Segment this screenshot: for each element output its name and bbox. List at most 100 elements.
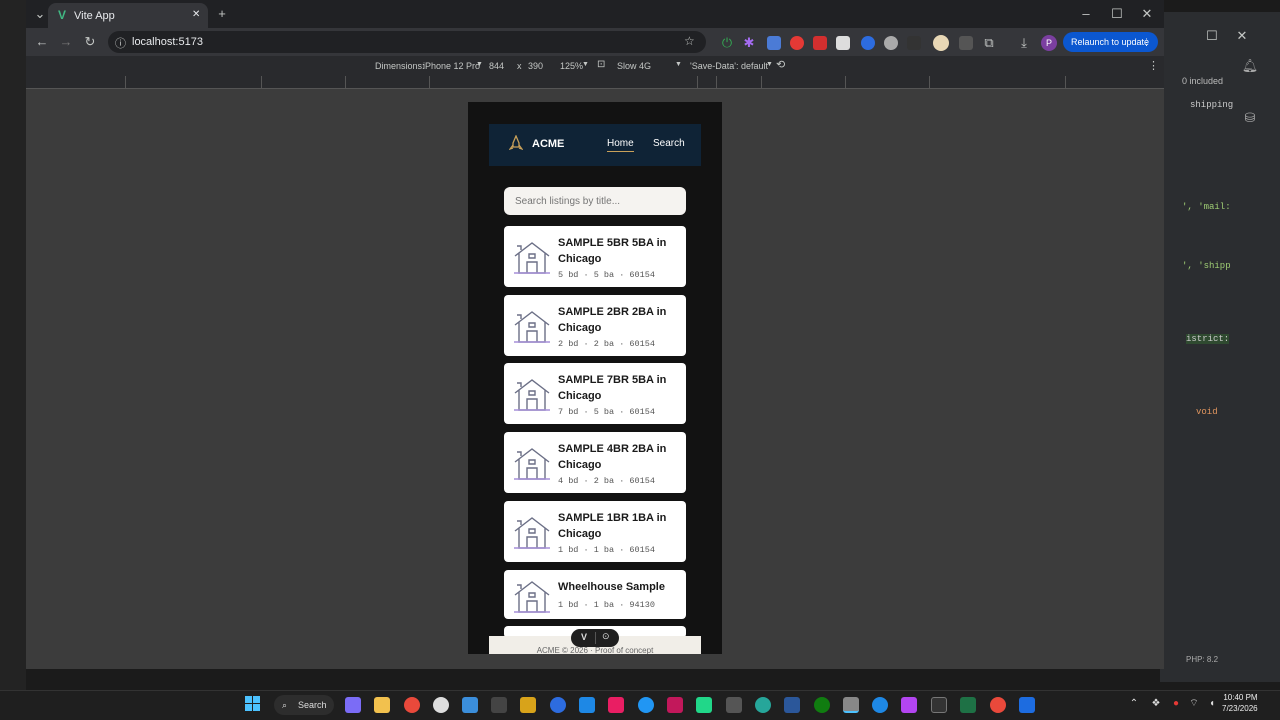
inspect-target-icon[interactable]: ⊙ bbox=[602, 631, 610, 642]
start-windows-icon[interactable] bbox=[245, 696, 261, 712]
close-window-icon[interactable]: ✕ bbox=[1137, 4, 1157, 24]
reload-icon[interactable]: ↻ bbox=[80, 32, 100, 52]
start-tile bbox=[245, 704, 252, 711]
tray-chevron-icon[interactable]: ⌃ bbox=[1124, 694, 1144, 714]
tab-vite-app[interactable]: V Vite App ✕ bbox=[48, 3, 208, 28]
rotate-icon[interactable]: ⟲ bbox=[776, 58, 785, 71]
grid-app-icon[interactable] bbox=[491, 697, 507, 713]
ide-restore-icon[interactable]: ☐ bbox=[1202, 26, 1222, 46]
background-window-left bbox=[0, 0, 26, 690]
slack-icon[interactable] bbox=[520, 697, 536, 713]
tab-search-icon[interactable]: ⌄ bbox=[30, 4, 50, 24]
terminal-icon[interactable] bbox=[931, 697, 947, 713]
jetbrains-icon[interactable] bbox=[608, 697, 624, 713]
listing-card[interactable]: SAMPLE 7BR 5BA in Chicago 7 bd · 5 ba · … bbox=[504, 363, 686, 424]
relaunch-button[interactable]: Relaunch to update ⋮ bbox=[1063, 32, 1158, 52]
defender-icon[interactable] bbox=[579, 697, 595, 713]
throttle-select[interactable]: Slow 4G bbox=[617, 61, 651, 71]
taskbar-search[interactable]: ⌕ Search bbox=[274, 695, 334, 715]
close-tab-icon[interactable]: ✕ bbox=[192, 9, 200, 20]
ide-database-icon[interactable]: ⛁ bbox=[1240, 108, 1260, 128]
brand-name[interactable]: ACME bbox=[532, 138, 564, 150]
forward-icon[interactable]: → bbox=[56, 32, 76, 52]
red-extension-icon[interactable] bbox=[790, 36, 804, 50]
power-extension-icon[interactable]: ⏻ bbox=[717, 33, 737, 53]
listing-card[interactable]: SAMPLE 2BR 2BA in Chicago 2 bd · 2 ba · … bbox=[504, 295, 686, 356]
listing-card[interactable]: SAMPLE 5BR 5BA in Chicago 5 bd · 5 ba · … bbox=[504, 226, 686, 287]
save-data-chevron-icon[interactable]: ▼ bbox=[766, 61, 773, 68]
throttle-chevron-icon[interactable]: ▼ bbox=[675, 61, 682, 68]
tray-alert-icon[interactable]: ● bbox=[1166, 694, 1186, 714]
active-app-icon[interactable] bbox=[843, 697, 859, 713]
wifi-icon[interactable]: ⌔ bbox=[1184, 694, 1204, 714]
chrome-icon[interactable] bbox=[404, 697, 420, 713]
chrome-profile-icon[interactable] bbox=[990, 697, 1006, 713]
device-toolbar-menu-icon[interactable]: ⋮ bbox=[1148, 59, 1159, 72]
zoom-icon[interactable] bbox=[550, 697, 566, 713]
notepad-icon[interactable] bbox=[462, 697, 478, 713]
nav-home-link[interactable]: Home bbox=[607, 138, 634, 152]
vue-devtools-pill[interactable]: V ⊙ bbox=[571, 629, 619, 647]
listing-card[interactable]: SAMPLE 4BR 2BA in Chicago 4 bd · 2 ba · … bbox=[504, 432, 686, 493]
zoom-select[interactable]: 125% bbox=[560, 61, 583, 71]
nav-search-link[interactable]: Search bbox=[653, 138, 685, 149]
height-input[interactable]: 390 bbox=[528, 61, 543, 71]
media-query-ruler[interactable] bbox=[26, 76, 1164, 89]
dimensions-label: Dimensions: bbox=[375, 61, 425, 71]
word-icon[interactable] bbox=[784, 697, 800, 713]
search-listings-input[interactable] bbox=[504, 187, 686, 215]
volume-icon[interactable]: ◖ bbox=[1202, 694, 1222, 714]
pill-divider bbox=[595, 632, 596, 644]
zoom-extension-icon[interactable] bbox=[861, 36, 875, 50]
copilot-icon[interactable] bbox=[345, 697, 361, 713]
redis-extension-icon[interactable] bbox=[813, 36, 827, 50]
ruler-tick bbox=[1065, 76, 1066, 89]
menu-dots-icon[interactable]: ⋮ bbox=[1142, 32, 1151, 52]
add-tab-icon[interactable]: + bbox=[212, 4, 232, 24]
times-sign: x bbox=[517, 61, 522, 71]
s-extension-icon[interactable] bbox=[767, 36, 781, 50]
address-bar[interactable]: ⓘ localhost:5173 ☆ bbox=[108, 31, 706, 53]
extensions-puzzle-icon[interactable]: ⧉ bbox=[979, 33, 999, 53]
dropbox-icon[interactable]: ❖ bbox=[1146, 694, 1166, 714]
minimize-icon[interactable]: – bbox=[1076, 4, 1096, 24]
globe-icon[interactable] bbox=[755, 697, 771, 713]
listing-card[interactable]: Wheelhouse Sample 1 bd · 1 ba · 94130 bbox=[504, 570, 686, 619]
relaunch-label: Relaunch to update bbox=[1071, 37, 1150, 47]
download-icon[interactable]: ⤓ bbox=[1014, 33, 1034, 53]
profile-avatar[interactable]: P bbox=[1041, 35, 1057, 51]
listing-card[interactable]: SAMPLE 1BR 1BA in Chicago 1 bd · 1 ba · … bbox=[504, 501, 686, 562]
webstorm-icon[interactable] bbox=[1019, 697, 1035, 713]
ide-bell-icon[interactable]: 🔔︎ bbox=[1240, 56, 1260, 76]
check-extension-icon[interactable] bbox=[884, 36, 898, 50]
app-icon[interactable] bbox=[726, 697, 742, 713]
xbox-icon[interactable] bbox=[814, 697, 830, 713]
ide-php-version[interactable]: PHP: 8.2 bbox=[1186, 655, 1218, 664]
app-circle-icon[interactable] bbox=[433, 697, 449, 713]
back-icon[interactable]: ← bbox=[32, 32, 52, 52]
excel-icon[interactable] bbox=[960, 697, 976, 713]
settings-extension-icon[interactable]: ✱ bbox=[739, 33, 759, 53]
bookmark-star-icon[interactable]: ☆ bbox=[684, 34, 695, 48]
notion-extension-icon[interactable] bbox=[836, 36, 850, 50]
device-select[interactable]: iPhone 12 Pro bbox=[423, 61, 480, 71]
file-explorer-icon[interactable] bbox=[374, 697, 390, 713]
rider-icon[interactable] bbox=[667, 697, 683, 713]
zoom-chevron-icon[interactable]: ▼ bbox=[582, 61, 589, 68]
width-input[interactable]: 844 bbox=[489, 61, 504, 71]
avatar-extension-icon[interactable] bbox=[933, 35, 949, 51]
phpstorm-icon[interactable] bbox=[901, 697, 917, 713]
start-tile bbox=[253, 704, 260, 711]
pen-extension-icon[interactable] bbox=[907, 36, 921, 50]
device-chevron-icon[interactable]: ▼ bbox=[476, 61, 483, 68]
ide-close-icon[interactable]: ✕ bbox=[1232, 26, 1252, 46]
taskbar-clock[interactable]: 10:40 PM 7/23/2026 bbox=[1222, 692, 1258, 714]
save-data-select[interactable]: 'Save-Data': default bbox=[690, 61, 768, 71]
gray-extension-icon[interactable] bbox=[959, 36, 973, 50]
edge-icon[interactable] bbox=[638, 697, 654, 713]
site-info-icon[interactable]: ⓘ bbox=[115, 35, 126, 51]
pycharm-icon[interactable] bbox=[696, 697, 712, 713]
maximize-icon[interactable]: ☐ bbox=[1107, 4, 1127, 24]
cloud-app-icon[interactable] bbox=[872, 697, 888, 713]
vue-devtools-icon[interactable]: V bbox=[581, 632, 587, 642]
